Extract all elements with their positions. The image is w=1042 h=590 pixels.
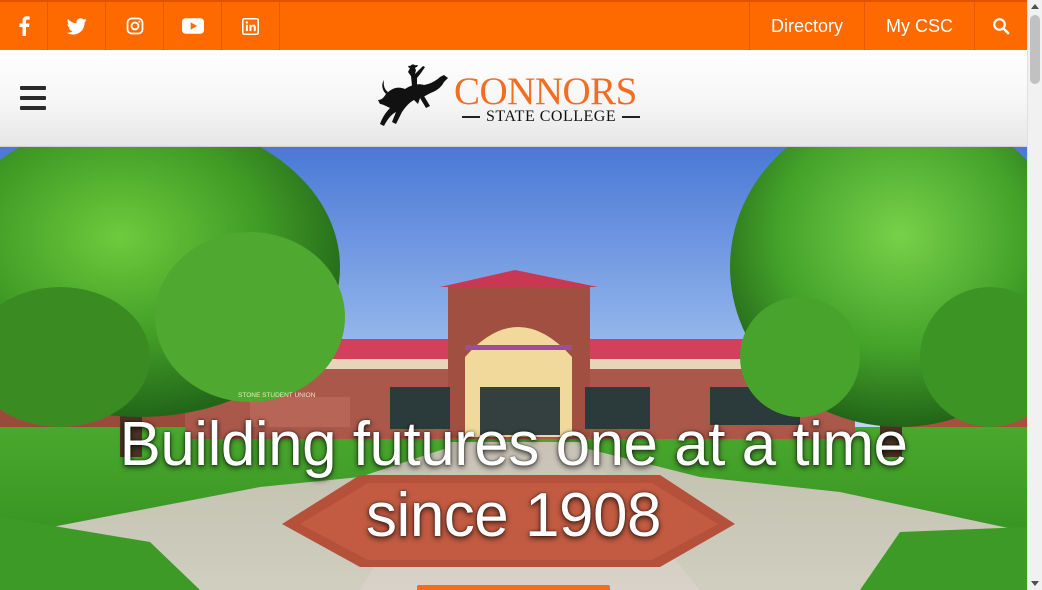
my-csc-link[interactable]: My CSC [864, 2, 974, 50]
top-bar: Directory My CSC [0, 0, 1027, 50]
bronco-rider-icon [378, 64, 448, 126]
scroll-down-arrow-icon[interactable] [1031, 581, 1039, 586]
facebook-link[interactable] [0, 2, 48, 50]
scroll-up-arrow-icon[interactable] [1031, 4, 1039, 9]
site-header: CONNORS STATE COLLEGE [0, 50, 1027, 147]
social-links [0, 2, 280, 50]
scrollbar-thumb[interactable] [1030, 15, 1040, 84]
page: Directory My CSC CONNORS STATE COLLEGE S… [0, 0, 1042, 590]
linkedin-link[interactable] [222, 2, 280, 50]
hero-cta-button[interactable] [417, 585, 610, 590]
search-button[interactable] [974, 2, 1027, 50]
search-icon [993, 18, 1010, 35]
building-sign: STONE STUDENT UNION [238, 392, 316, 399]
utility-nav: Directory My CSC [748, 2, 1027, 50]
hero-title-line-2: since 1908 [366, 481, 661, 550]
logo-name: CONNORS [454, 70, 637, 113]
linkedin-icon [242, 17, 259, 35]
vertical-scrollbar[interactable] [1027, 0, 1042, 590]
youtube-link[interactable] [164, 2, 222, 50]
logo-sub-text: STATE COLLEGE [486, 108, 617, 125]
twitter-icon [66, 17, 87, 34]
directory-link[interactable]: Directory [748, 2, 864, 50]
logo-subtitle: STATE COLLEGE [462, 108, 641, 126]
instagram-icon [126, 17, 143, 35]
college-logo[interactable]: CONNORS STATE COLLEGE [378, 64, 654, 130]
hamburger-menu-icon[interactable] [20, 86, 46, 110]
instagram-link[interactable] [106, 2, 164, 50]
hero-title-line-1: Building futures one at a time [119, 410, 908, 479]
facebook-icon [19, 16, 30, 36]
hero-title: Building futures one at a time since 190… [0, 409, 1027, 551]
youtube-icon [181, 18, 204, 34]
hero-banner: STONE STUDENT UNION Building futures one… [0, 147, 1027, 590]
twitter-link[interactable] [48, 2, 106, 50]
